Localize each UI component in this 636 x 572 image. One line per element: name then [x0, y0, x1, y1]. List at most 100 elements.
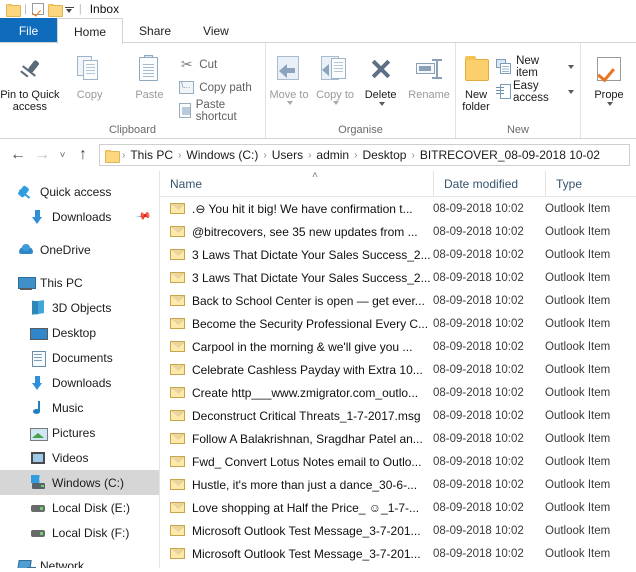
sidebar-item-windows-c[interactable]: Windows (C:)	[0, 470, 159, 495]
rename-button[interactable]: Rename	[403, 47, 455, 123]
easy-access-button[interactable]: Easy access	[496, 80, 580, 104]
delete-button[interactable]: Delete	[358, 47, 403, 123]
file-name-cell[interactable]: @bitrecovers, see 35 new updates from ..…	[160, 225, 433, 239]
move-to-button[interactable]: Move to	[266, 47, 312, 123]
file-name-cell[interactable]: Fwd_ Convert Lotus Notes email to Outlo.…	[160, 455, 433, 469]
sidebar-item-videos[interactable]: Videos	[0, 445, 159, 470]
file-name-cell[interactable]: Back to School Center is open — get ever…	[160, 294, 433, 308]
column-header-name[interactable]: Name ˄	[160, 170, 433, 197]
sidebar-item-downloads-quick[interactable]: Downloads 📌	[0, 204, 159, 229]
file-name-cell[interactable]: Create http___www.zmigrator.com_outlo...	[160, 386, 433, 400]
paste-shortcut-label: Paste shortcut	[195, 98, 237, 123]
file-name-cell[interactable]: Deconstruct Critical Threats_1-7-2017.ms…	[160, 409, 433, 423]
checkbox-checked-icon[interactable]	[31, 3, 44, 15]
file-name-cell[interactable]: .⊖ You hit it big! We have confirmation …	[160, 202, 433, 216]
file-name-cell[interactable]: Hustle, it's more than just a dance_30-6…	[160, 478, 433, 492]
column-header-name-label: Name	[170, 176, 203, 191]
tab-home[interactable]: Home	[57, 18, 124, 44]
breadcrumb-item-admin[interactable]: admin	[313, 148, 352, 162]
new-folder-button[interactable]: New folder	[456, 47, 496, 123]
file-name-cell[interactable]: 3 Laws That Dictate Your Sales Success_2…	[160, 248, 433, 262]
file-list-pane: Name ˄ Date modified Type .⊖ You hit it …	[160, 170, 636, 568]
table-row[interactable]: 3 Laws That Dictate Your Sales Success_2…	[160, 243, 636, 266]
breadcrumb-item-current-folder[interactable]: BITRECOVER_08-09-2018 10-02	[417, 148, 603, 162]
file-type-cell: Outlook Item	[545, 225, 611, 238]
table-row[interactable]: Deconstruct Critical Threats_1-7-2017.ms…	[160, 404, 636, 427]
pin-icon[interactable]: 📌	[135, 208, 152, 224]
column-header-type[interactable]: Type	[545, 170, 636, 197]
file-name-cell[interactable]: Celebrate Cashless Payday with Extra 10.…	[160, 363, 433, 377]
file-date-cell: 08-09-2018 10:02	[433, 363, 524, 376]
sidebar-item-documents[interactable]: Documents	[0, 345, 159, 370]
table-row[interactable]: Love shopping at Half the Price_ ☺_1-7-.…	[160, 496, 636, 519]
chevron-down-icon[interactable]	[568, 89, 574, 94]
properties-button[interactable]: Prope	[581, 47, 636, 123]
table-row[interactable]: @bitrecovers, see 35 new updates from ..…	[160, 220, 636, 243]
chevron-down-icon[interactable]	[568, 64, 574, 69]
file-name-cell[interactable]: Microsoft Outlook Test Message_3-7-201..…	[160, 524, 433, 538]
table-row[interactable]: Re_ DPR [29-06-17];_1-7-2017.msg08-09-20…	[160, 565, 636, 568]
up-button[interactable]: ↑	[71, 143, 95, 167]
sidebar-item-local-disk-f[interactable]: Local Disk (F:)	[0, 520, 159, 545]
copy-icon	[76, 55, 103, 83]
sidebar-item-music[interactable]: Music	[0, 395, 159, 420]
sidebar-item-pictures[interactable]: Pictures	[0, 420, 159, 445]
file-name-cell[interactable]: 3 Laws That Dictate Your Sales Success_2…	[160, 271, 433, 285]
column-header-date-modified[interactable]: Date modified	[433, 170, 545, 197]
table-row[interactable]: Celebrate Cashless Payday with Extra 10.…	[160, 358, 636, 381]
chevron-down-icon[interactable]	[378, 102, 385, 106]
table-row[interactable]: Back to School Center is open — get ever…	[160, 289, 636, 312]
sidebar-item-quick-access[interactable]: Quick access	[0, 179, 159, 204]
file-name-label: Follow A Balakrishnan, Sragdhar Patel an…	[192, 431, 423, 446]
tab-file[interactable]: File	[0, 18, 57, 43]
file-name-cell[interactable]: Carpool in the morning & we'll give you …	[160, 340, 433, 354]
breadcrumb-item-this-pc[interactable]: This PC	[127, 148, 176, 162]
tab-view[interactable]: View	[187, 18, 245, 43]
sidebar-item-onedrive[interactable]: OneDrive	[0, 237, 159, 262]
sidebar-item-label: Local Disk (F:)	[52, 525, 130, 540]
cut-button[interactable]: ✂ Cut	[179, 56, 265, 73]
folder-icon[interactable]	[47, 3, 63, 17]
table-row[interactable]: Follow A Balakrishnan, Sragdhar Patel an…	[160, 427, 636, 450]
table-row[interactable]: .⊖ You hit it big! We have confirmation …	[160, 197, 636, 220]
table-row[interactable]: Become the Security Professional Every C…	[160, 312, 636, 335]
table-row[interactable]: Microsoft Outlook Test Message_3-7-201..…	[160, 519, 636, 542]
table-row[interactable]: Fwd_ Convert Lotus Notes email to Outlo.…	[160, 450, 636, 473]
sidebar-item-this-pc[interactable]: This PC	[0, 270, 159, 295]
table-row[interactable]: Hustle, it's more than just a dance_30-6…	[160, 473, 636, 496]
copy-button[interactable]: Copy	[60, 47, 120, 123]
paste-button[interactable]: Paste	[120, 47, 180, 123]
recent-locations-button[interactable]: ˅	[54, 143, 71, 167]
new-folder-icon	[461, 56, 491, 82]
breadcrumb-item-desktop[interactable]: Desktop	[359, 148, 409, 162]
table-row[interactable]: Microsoft Outlook Test Message_3-7-201..…	[160, 542, 636, 565]
file-name-cell[interactable]: Microsoft Outlook Test Message_3-7-201..…	[160, 547, 433, 561]
copy-to-button[interactable]: Copy to	[312, 47, 358, 123]
forward-button[interactable]: →	[30, 143, 54, 167]
sidebar-item-downloads[interactable]: Downloads	[0, 370, 159, 395]
paste-shortcut-button[interactable]: Paste shortcut	[179, 99, 265, 123]
sidebar-item-3d-objects[interactable]: 3D Objects	[0, 295, 159, 320]
table-row[interactable]: Carpool in the morning & we'll give you …	[160, 335, 636, 358]
file-name-cell[interactable]: Love shopping at Half the Price_ ☺_1-7-.…	[160, 501, 433, 515]
file-name-label: 3 Laws That Dictate Your Sales Success_2…	[192, 270, 431, 285]
breadcrumb-item-users[interactable]: Users	[269, 148, 306, 162]
copy-path-button[interactable]: Copy path	[179, 79, 265, 96]
sidebar-item-desktop[interactable]: Desktop	[0, 320, 159, 345]
table-row[interactable]: Create http___www.zmigrator.com_outlo...…	[160, 381, 636, 404]
move-to-icon	[275, 56, 303, 82]
breadcrumb-item-windows-c[interactable]: Windows (C:)	[183, 148, 261, 162]
sidebar-item-local-disk-e[interactable]: Local Disk (E:)	[0, 495, 159, 520]
pin-to-quick-access-button[interactable]: Pin to Quick access	[0, 47, 60, 123]
dropdown-customize-icon[interactable]	[64, 5, 74, 14]
new-item-button[interactable]: New item	[496, 55, 580, 79]
breadcrumb[interactable]: › This PC › Windows (C:) › Users › admin…	[99, 144, 630, 166]
table-row[interactable]: 3 Laws That Dictate Your Sales Success_2…	[160, 266, 636, 289]
sidebar-item-network[interactable]: Network	[0, 553, 159, 568]
tab-share[interactable]: Share	[123, 18, 187, 43]
file-name-cell[interactable]: Follow A Balakrishnan, Sragdhar Patel an…	[160, 432, 433, 446]
chevron-down-icon[interactable]	[607, 102, 613, 106]
back-button[interactable]: ←	[6, 143, 30, 167]
file-name-cell[interactable]: Become the Security Professional Every C…	[160, 317, 433, 331]
